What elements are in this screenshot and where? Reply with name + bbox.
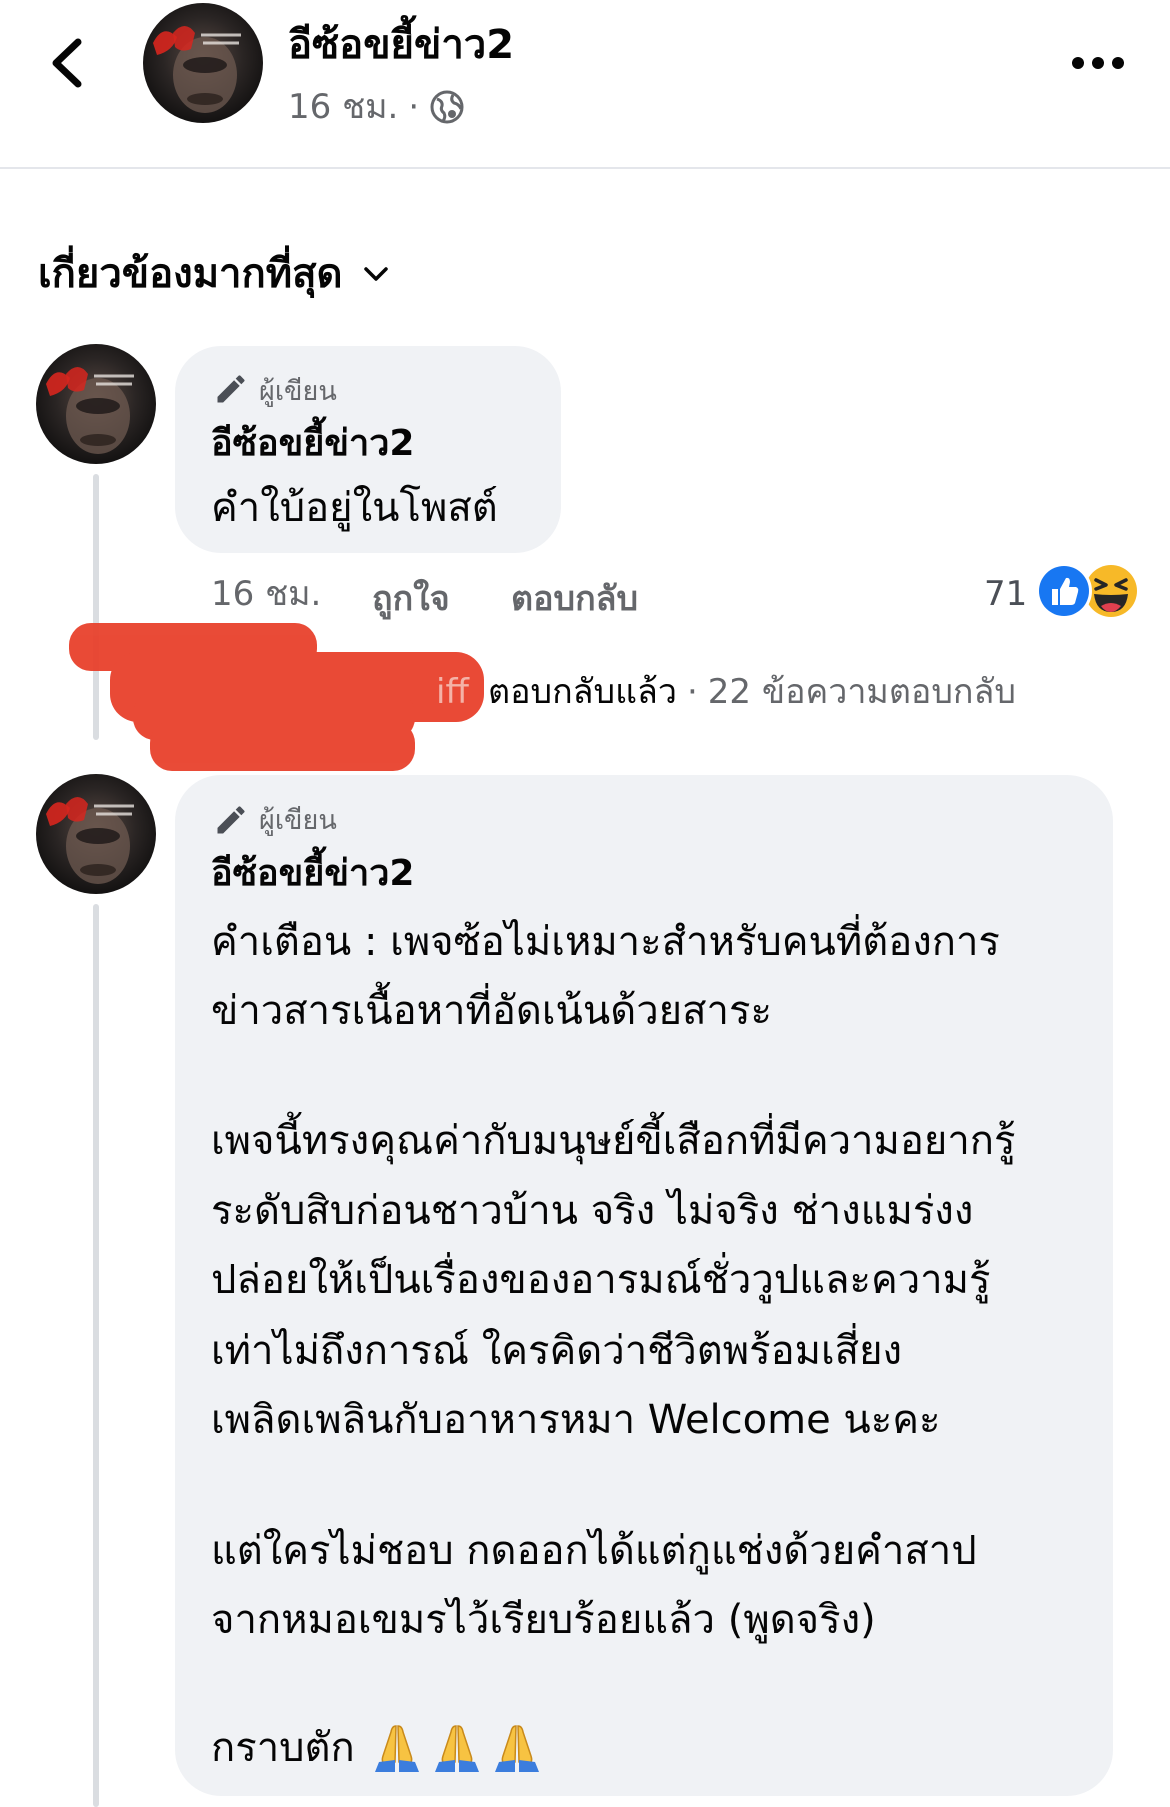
comment-bubble[interactable]: ผู้เขียน อีซ้อขยี้ข่าว2 คำใบ้อยู่ในโพสต์ [175, 346, 561, 553]
comment-text-line: เท่าไม่ถึงการณ์ ใครคิดว่าชีวิตพร้อมเสี่ย… [211, 1328, 903, 1374]
reply-link[interactable]: ตอบกลับ [511, 578, 638, 620]
like-reaction-icon[interactable] [1035, 562, 1093, 620]
author-badge: ผู้เขียน [259, 805, 337, 836]
more-horizontal-icon[interactable] [1072, 54, 1124, 72]
separator: · [686, 672, 698, 712]
comment-text: คำใบ้อยู่ในโพสต์ [211, 485, 498, 531]
page-name[interactable]: อีซ้อขยี้ข่าว2 [288, 20, 514, 70]
reply-author-fragment: iff [436, 672, 469, 712]
comment-author[interactable]: อีซ้อขยี้ข่าว2 [211, 420, 414, 468]
thread-line [93, 904, 99, 1807]
praying-hands-icon [494, 1725, 539, 1772]
comment-text-line: กราบตัก [211, 1725, 355, 1771]
comment-bubble[interactable]: ผู้เขียน อีซ้อขยี้ข่าว2 คำเตือน : เพจซ้อ… [175, 775, 1113, 1796]
post-header: อีซ้อขยี้ข่าว2 16 ชม. · [0, 0, 1170, 169]
reaction-count[interactable]: 71 [984, 573, 1027, 615]
emoji-group [369, 1720, 545, 1776]
comment-text-line: ข่าวสารเนื้อหาที่อัดเน้นด้วยสาระ [211, 988, 772, 1034]
replied-label: ตอบกลับแล้ว [488, 672, 677, 712]
comment-text-line: จากหมอเขมรไว้เรียบร้อยแล้ว (พูดจริง) [211, 1597, 876, 1643]
comment-time: 16 ชม. [211, 574, 322, 614]
comment-text-line: ปล่อยให้เป็นเรื่องของอารมณ์ชั่ววูปและควา… [211, 1257, 991, 1303]
post-time: 16 ชม. [288, 87, 399, 127]
chevron-left-icon[interactable] [48, 38, 88, 88]
author-badge: ผู้เขียน [259, 376, 337, 407]
comment-text-line: ระดับสิบก่อนชาวบ้าน จริง ไม่จริง ช่างแมร… [211, 1188, 974, 1234]
praying-hands-icon [374, 1725, 419, 1772]
praying-hands-icon [434, 1725, 479, 1772]
pencil-icon [217, 375, 245, 403]
comment-text-line: เพลิดเพลินกับอาหารหมา Welcome นะคะ [211, 1397, 941, 1443]
like-link[interactable]: ถูกใจ [372, 578, 450, 620]
post-time-row: 16 ชม. · [288, 86, 465, 128]
view-replies-link[interactable]: ตอบกลับแล้ว · 22 ข้อความตอบกลับ [488, 671, 1016, 713]
comment-text-line: แต่ใครไม่ชอบ กดออกได้แต่กูแช่งด้วยคำสาป [211, 1528, 977, 1574]
redaction-mark [69, 623, 484, 771]
page-avatar[interactable] [143, 3, 263, 123]
comment-avatar[interactable] [36, 344, 156, 464]
chevron-down-icon [363, 267, 388, 281]
sort-label: เกี่ยวข้องมากที่สุด [38, 251, 343, 297]
comment-author[interactable]: อีซ้อขยี้ข่าว2 [211, 850, 414, 898]
comment-avatar[interactable] [36, 774, 156, 894]
pencil-icon [217, 806, 245, 834]
comment-text-line: คำเตือน : เพจซ้อไม่เหมาะสำหรับคนที่ต้องก… [211, 919, 1000, 965]
globe-icon [430, 90, 464, 124]
comment-closing-line: กราบตัก [211, 1720, 545, 1776]
comment-sort-dropdown[interactable]: เกี่ยวข้องมากที่สุด [38, 248, 389, 300]
comment-text-line: เพจนี้ทรงคุณค่ากับมนุษย์ขี้เสือกที่มีควา… [211, 1118, 1016, 1164]
separator: · [408, 87, 420, 127]
reply-count: 22 ข้อความตอบกลับ [707, 672, 1016, 712]
